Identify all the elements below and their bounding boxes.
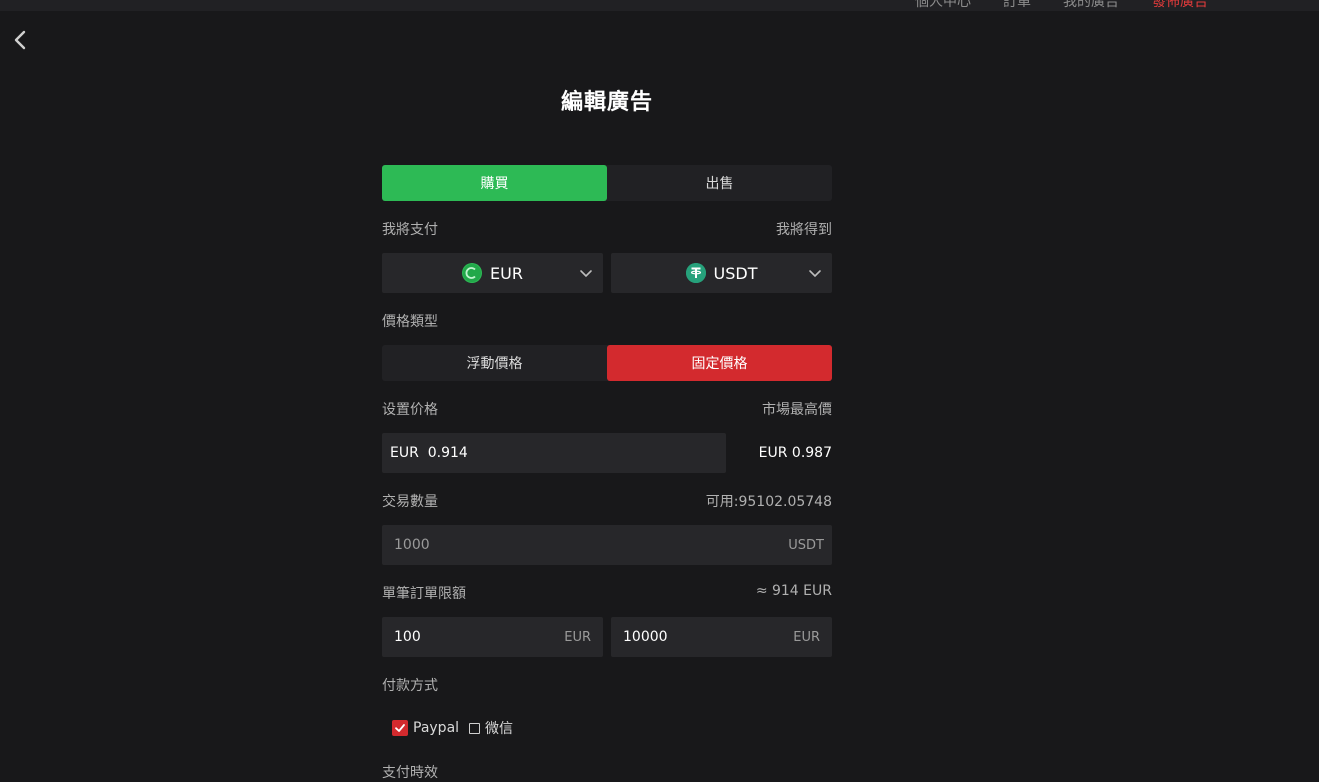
nav-orders[interactable]: 訂單: [1003, 0, 1031, 11]
market-price-label: 市場最高價: [762, 402, 832, 418]
quantity-unit: USDT: [788, 537, 824, 553]
min-limit-value: 100: [394, 629, 421, 645]
wechat-checkbox[interactable]: [469, 722, 481, 734]
set-price-label: 设置价格: [382, 402, 438, 418]
pay-currency-select[interactable]: EUR: [382, 253, 603, 293]
payment-time-label: 支付時效: [382, 765, 438, 781]
price-type-label: 價格類型: [382, 314, 438, 330]
receive-currency-value: USDT: [713, 263, 758, 283]
max-limit-input[interactable]: 10000 EUR: [611, 617, 832, 657]
order-limit-approx: ≈ 914 EUR: [755, 583, 832, 599]
wechat-option-label[interactable]: 微信: [485, 718, 513, 738]
receive-currency-select[interactable]: USDT: [611, 253, 832, 293]
paypal-checkbox[interactable]: [392, 720, 408, 736]
receive-label: 我將得到: [776, 222, 832, 238]
check-icon: [395, 724, 405, 732]
pay-currency-value: EUR: [490, 263, 523, 283]
payment-method-options: Paypal 微信: [392, 718, 513, 738]
quantity-input[interactable]: 1000 USDT: [382, 525, 832, 565]
nav-post-ad[interactable]: 發佈廣告: [1152, 0, 1208, 11]
top-nav: 個人中心 訂單 我的廣告 發佈廣告: [0, 0, 1319, 11]
usdt-coin-icon: [685, 263, 706, 283]
payment-method-label: 付款方式: [382, 678, 438, 694]
price-input-value: EUR 0.914: [390, 445, 468, 461]
max-limit-unit: EUR: [793, 629, 820, 645]
price-input[interactable]: EUR 0.914: [382, 433, 726, 473]
nav-my-ads[interactable]: 我的廣告: [1063, 0, 1119, 11]
quantity-label: 交易數量: [382, 494, 438, 510]
chevron-down-icon: [809, 270, 821, 278]
trade-type-toggle: 購買 出售: [382, 165, 832, 201]
market-price-value: EUR 0.987: [758, 445, 832, 461]
eur-coin-icon: [462, 263, 483, 283]
price-type-toggle: 浮動價格 固定價格: [382, 345, 832, 381]
min-limit-input[interactable]: 100 EUR: [382, 617, 603, 657]
paypal-option-label[interactable]: Paypal: [413, 720, 459, 736]
quantity-input-value: 1000: [394, 537, 430, 553]
nav-personal-center[interactable]: 個人中心: [915, 0, 971, 11]
chevron-down-icon: [580, 270, 592, 278]
chevron-left-icon: [14, 30, 26, 50]
back-button[interactable]: [10, 28, 30, 52]
max-limit-value: 10000: [623, 629, 668, 645]
page-title: 編輯廣告: [560, 90, 653, 115]
buy-tab[interactable]: 購買: [382, 165, 607, 201]
fixed-price-tab[interactable]: 固定價格: [607, 345, 832, 381]
sell-tab[interactable]: 出售: [607, 165, 832, 201]
top-nav-bar: 個人中心 訂單 我的廣告 發佈廣告: [0, 0, 1319, 11]
min-limit-unit: EUR: [564, 629, 591, 645]
available-balance: 可用:95102.05748: [705, 494, 832, 510]
pay-label: 我將支付: [382, 222, 438, 238]
order-limit-label: 單筆訂單限額: [382, 586, 466, 602]
floating-price-tab[interactable]: 浮動價格: [382, 345, 607, 381]
